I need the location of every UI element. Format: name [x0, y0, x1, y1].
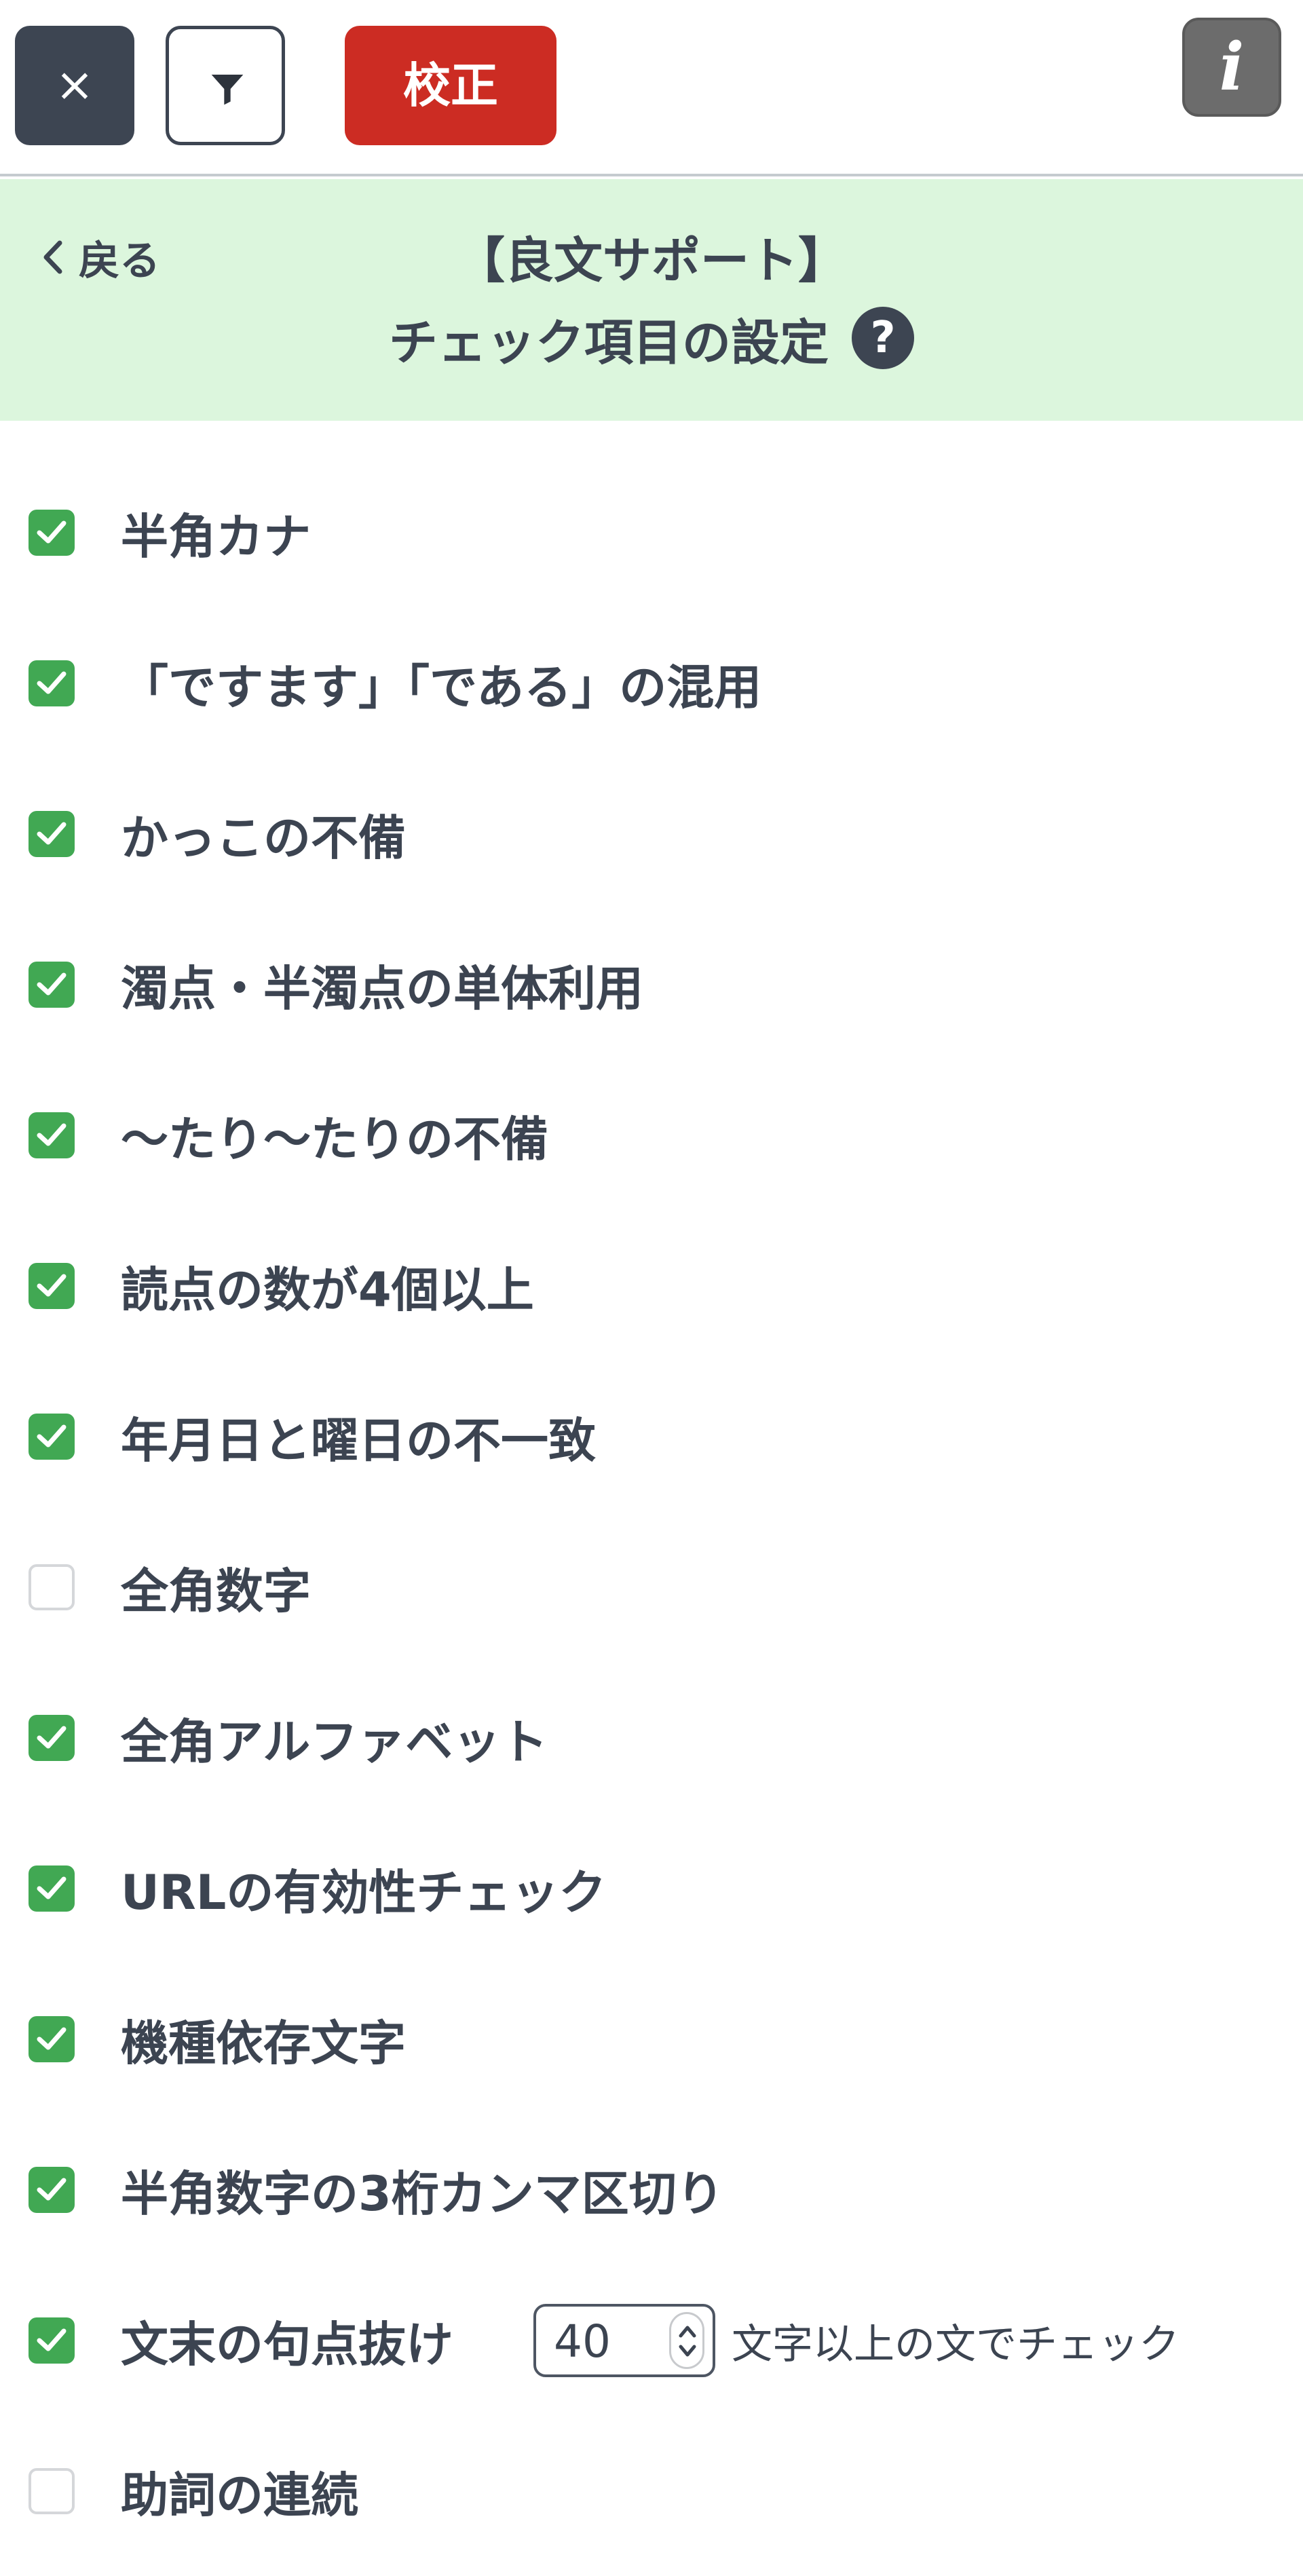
checkmark-icon — [37, 671, 67, 694]
checkmark-icon — [37, 972, 67, 996]
check-item-label: 半角数字の3桁カンマ区切り — [121, 2165, 724, 2222]
checkbox[interactable] — [29, 1865, 75, 1912]
check-item[interactable]: 機種依存文字 — [0, 1995, 1303, 2083]
char-count-value: 40 — [554, 2315, 611, 2368]
check-item-label: 「ですます」「である」の混用 — [121, 659, 762, 715]
checkbox[interactable] — [29, 2468, 75, 2514]
check-item[interactable]: 濁点・半濁点の単体利用 — [0, 941, 1303, 1029]
check-item-label: 年月日と曜日の不一致 — [121, 1412, 596, 1469]
back-link-label: 戻る — [79, 237, 160, 285]
check-item-label: 全角数字 — [121, 1563, 311, 1619]
checkmark-icon — [37, 822, 67, 845]
help-icon[interactable]: ? — [852, 307, 914, 369]
checkmark-icon — [37, 2328, 67, 2351]
proofread-button[interactable]: 校正 — [345, 26, 556, 145]
check-item-label: URLの有効性チェック — [121, 1864, 607, 1920]
stepper-arrows-icon — [679, 2326, 696, 2357]
checkmark-icon — [37, 2178, 67, 2201]
check-item[interactable]: 「ですます」「である」の混用 — [0, 639, 1303, 727]
checkbox[interactable] — [29, 1564, 75, 1610]
toolbar: × 校正 i — [0, 0, 1303, 176]
checkmark-icon — [37, 520, 67, 544]
check-item[interactable]: ～たり～たりの不備 — [0, 1091, 1303, 1179]
page-subtitle-row: チェック項目の設定 ? — [0, 305, 1303, 371]
page-title: 【良文サポート】 — [455, 232, 847, 289]
checkbox[interactable] — [29, 1715, 75, 1761]
check-item-label: 助詞の連続 — [121, 2467, 358, 2523]
check-item[interactable]: 助詞の連続 — [0, 2447, 1303, 2535]
char-count-input[interactable]: 40 — [533, 2304, 715, 2377]
check-item[interactable]: 読点の数が4個以上 — [0, 1242, 1303, 1330]
checkmark-icon — [37, 1123, 67, 1146]
close-button[interactable]: × — [15, 26, 134, 145]
check-item[interactable]: 全角数字 — [0, 1543, 1303, 1631]
check-item-label: 濁点・半濁点の単体利用 — [121, 960, 643, 1017]
settings-header — [0, 179, 1303, 421]
check-item-label: 全角アルファベット — [121, 1713, 548, 1770]
check-item[interactable]: 文末の句点抜け 40 文字以上の文でチェック — [0, 2296, 1303, 2385]
check-item[interactable]: 年月日と曜日の不一致 — [0, 1393, 1303, 1481]
checkmark-icon — [37, 1424, 67, 1447]
checkbox[interactable] — [29, 2016, 75, 2062]
check-item-label: 文末の句点抜け — [121, 2316, 453, 2372]
filter-button[interactable] — [166, 26, 285, 145]
checkbox[interactable] — [29, 1414, 75, 1460]
chevron-left-icon — [43, 240, 62, 274]
filter-icon — [211, 75, 244, 105]
checkbox[interactable] — [29, 2167, 75, 2213]
check-item[interactable]: かっこの不備 — [0, 790, 1303, 878]
checkmark-icon — [37, 1726, 67, 1749]
back-link[interactable]: 戻る — [41, 227, 160, 288]
check-item[interactable]: 半角カナ — [0, 489, 1303, 577]
check-item[interactable]: 全角アルファベット — [0, 1694, 1303, 1782]
number-stepper[interactable] — [669, 2312, 704, 2369]
check-item[interactable]: 半角数字の3桁カンマ区切り — [0, 2146, 1303, 2234]
checkbox[interactable] — [29, 510, 75, 556]
check-item-label: 半角カナ — [121, 508, 311, 565]
checkbox[interactable] — [29, 1263, 75, 1309]
check-item-label: 読点の数が4個以上 — [121, 1262, 534, 1318]
check-item-label: かっこの不備 — [121, 810, 406, 866]
check-item-label: ～たり～たりの不備 — [121, 1111, 548, 1167]
checkbox[interactable] — [29, 2317, 75, 2364]
page-subtitle: チェック項目の設定 — [388, 314, 829, 371]
char-count-suffix: 文字以上の文でチェック — [732, 2320, 1179, 2368]
checkbox[interactable] — [29, 811, 75, 857]
info-button[interactable]: i — [1182, 18, 1281, 117]
checkmark-icon — [37, 1274, 67, 1297]
check-item-label: 機種依存文字 — [121, 2015, 406, 2071]
checkmark-icon — [37, 1876, 67, 1899]
checkmark-icon — [37, 2027, 67, 2050]
checkbox[interactable] — [29, 1112, 75, 1158]
check-item[interactable]: URLの有効性チェック — [0, 1844, 1303, 1933]
checkbox[interactable] — [29, 660, 75, 706]
checkbox[interactable] — [29, 962, 75, 1008]
